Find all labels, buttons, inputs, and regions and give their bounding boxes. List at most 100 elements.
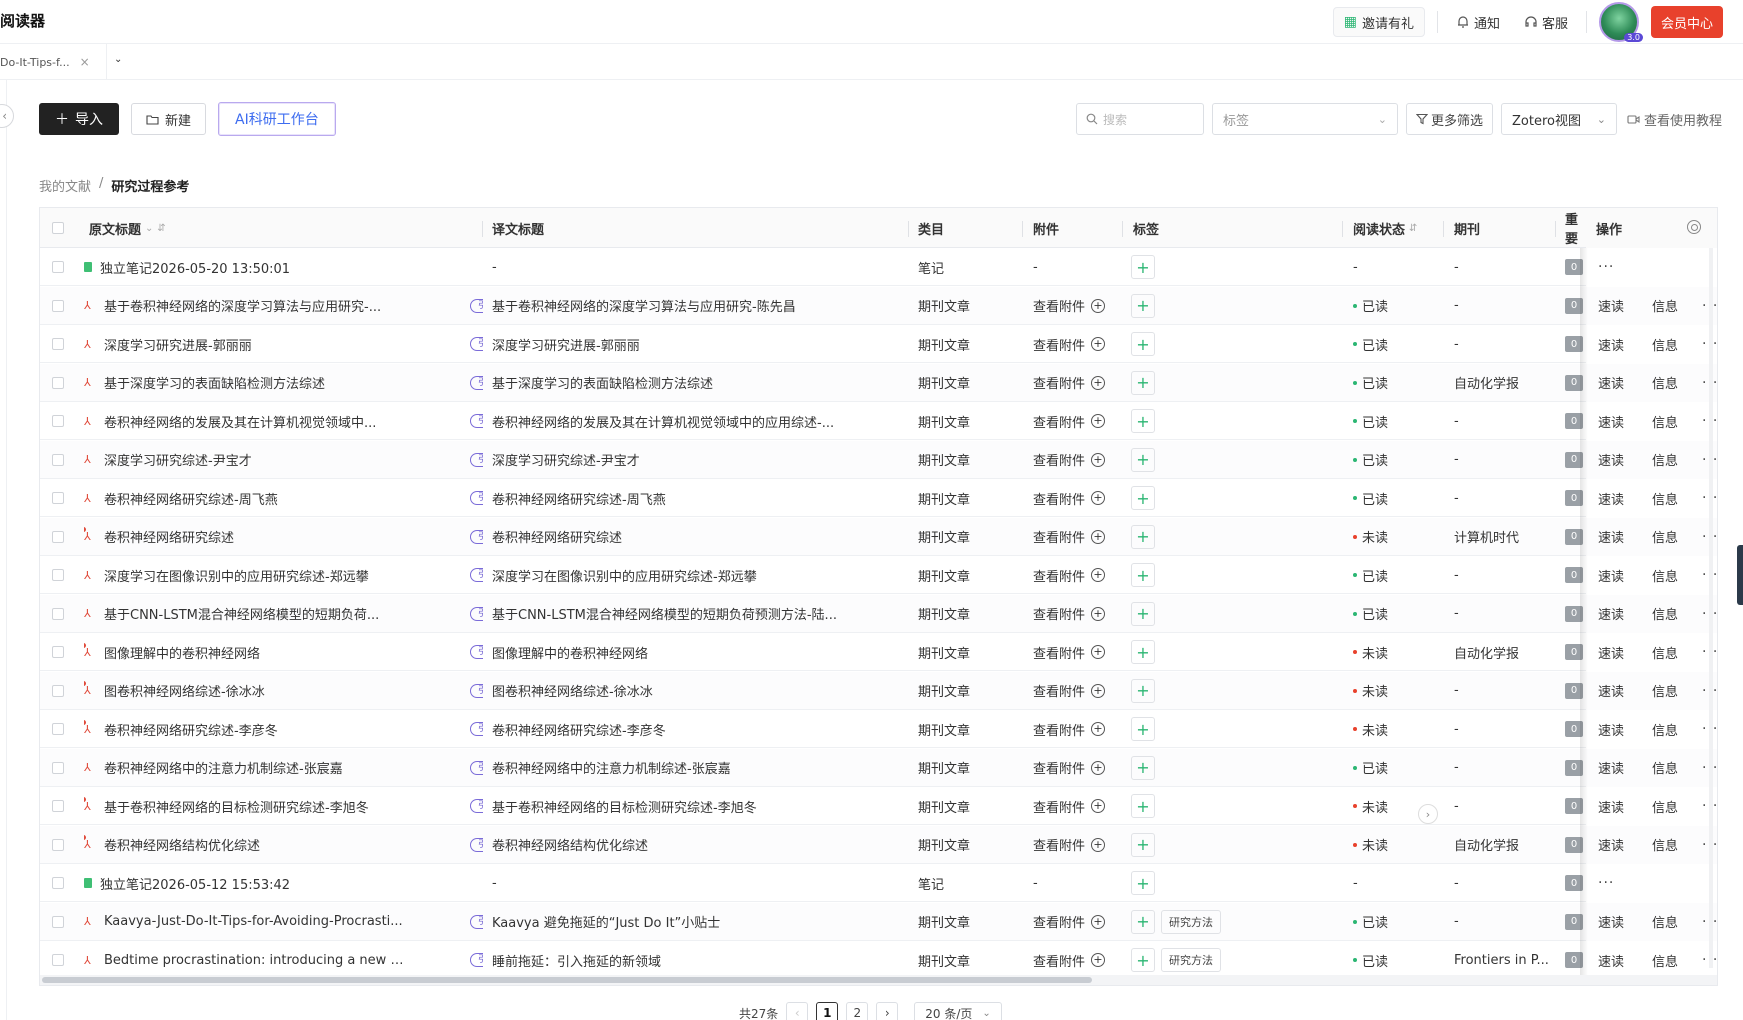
scrollbar-thumb[interactable]	[42, 977, 1092, 983]
attachment-cell[interactable]: 查看附件 +	[1033, 402, 1123, 440]
add-attachment-icon[interactable]: +	[1091, 953, 1106, 967]
attachment-cell[interactable]: 查看附件 +	[1033, 710, 1123, 748]
row-checkbox[interactable]	[52, 338, 64, 350]
row-checkbox[interactable]	[52, 453, 64, 466]
speed-read-button[interactable]: 速读	[1598, 412, 1624, 431]
row-checkbox[interactable]	[52, 838, 64, 851]
tutorial-link[interactable]: 查看使用教程	[1625, 110, 1722, 129]
title-cell[interactable]: ⅄ Kaavya-Just-Do-It-Tips-for-Avoiding-Pro…	[84, 903, 483, 941]
info-button[interactable]: 信息	[1652, 335, 1678, 354]
speed-read-button[interactable]: 速读	[1598, 758, 1624, 777]
side-drawer-handle[interactable]	[1737, 545, 1743, 605]
speed-read-button[interactable]: 速读	[1598, 604, 1624, 623]
row-checkbox[interactable]	[52, 723, 64, 735]
table-row[interactable]: ⅄图像理解中的卷积神经网络引用图像理解中的卷积神经网络期刊文章查看附件++未读自…	[40, 633, 1717, 671]
add-tag-button[interactable]: +	[1131, 678, 1155, 703]
read-status-cell[interactable]: 未读	[1353, 633, 1443, 671]
info-button[interactable]: 信息	[1652, 604, 1678, 623]
title-cell[interactable]: ⅄ 深度学习在图像识别中的应用研究综述-郑远攀 引用	[84, 556, 483, 594]
add-attachment-icon[interactable]: +	[1091, 645, 1106, 659]
checkbox[interactable]	[52, 222, 64, 234]
attachment-link[interactable]: 查看附件	[1033, 566, 1085, 585]
cite-badge[interactable]: 引用	[470, 568, 483, 582]
sort-icon[interactable]: ⇵	[1409, 223, 1417, 234]
speed-read-button[interactable]: 速读	[1598, 912, 1624, 931]
add-tag-button[interactable]: +	[1131, 601, 1155, 626]
close-icon[interactable]: ×	[80, 55, 90, 69]
cite-badge[interactable]: 引用	[470, 837, 483, 852]
row-checkbox[interactable]	[52, 607, 64, 620]
horizontal-scrollbar[interactable]	[40, 975, 1717, 985]
zotero-view-select[interactable]: Zotero视图 ⌄	[1500, 103, 1617, 135]
table-row[interactable]: ⅄深度学习在图像识别中的应用研究综述-郑远攀引用深度学习在图像识别中的应用研究综…	[40, 556, 1717, 594]
read-status-cell[interactable]: 已读	[1353, 556, 1443, 594]
add-tag-button[interactable]: +	[1131, 370, 1155, 395]
document-tab[interactable]: Do-It-Tips-f... ×	[0, 44, 107, 80]
info-button[interactable]: 信息	[1652, 489, 1678, 508]
attachment-cell[interactable]: 查看附件 +	[1033, 518, 1123, 556]
table-row[interactable]: ⅄图卷积神经网络综述-徐冰冰引用图卷积神经网络综述-徐冰冰期刊文章查看附件++未…	[40, 671, 1717, 710]
attachment-link[interactable]: 查看附件	[1033, 912, 1085, 931]
row-checkbox[interactable]	[52, 761, 64, 774]
add-attachment-icon[interactable]: +	[1091, 452, 1106, 467]
add-attachment-icon[interactable]: +	[1091, 799, 1106, 813]
speed-read-button[interactable]: 速读	[1598, 643, 1624, 662]
speed-read-button[interactable]: 速读	[1598, 835, 1624, 854]
info-button[interactable]: 信息	[1652, 951, 1678, 970]
attachment-link[interactable]: 查看附件	[1033, 450, 1085, 469]
speed-read-button[interactable]: 速读	[1598, 797, 1624, 816]
read-status-cell[interactable]: 已读	[1353, 287, 1443, 325]
original-title[interactable]: 卷积神经网络结构优化综述	[104, 835, 404, 854]
attachment-link[interactable]: 查看附件	[1033, 758, 1085, 777]
more-options-icon[interactable]: ···	[1598, 259, 1614, 275]
add-tag-button[interactable]: +	[1131, 332, 1155, 356]
add-tag-button[interactable]: +	[1131, 486, 1155, 510]
cite-badge[interactable]: 引用	[470, 452, 483, 467]
row-checkbox[interactable]	[52, 299, 64, 312]
cite-badge[interactable]: 引用	[470, 298, 483, 313]
read-status-cell[interactable]: 已读	[1353, 402, 1443, 440]
original-title[interactable]: 卷积神经网络中的注意力机制综述-张宸嘉	[104, 758, 404, 777]
cite-badge[interactable]: 引用	[470, 337, 483, 351]
title-cell[interactable]: ⅄ 基于卷积神经网络的目标检测研究综述-李旭冬 引用	[84, 787, 483, 825]
attachment-cell[interactable]: 查看附件 +	[1033, 441, 1123, 479]
original-title[interactable]: 深度学习研究综述-尹宝才	[104, 450, 404, 469]
tag-chip[interactable]: 研究方法	[1161, 909, 1221, 934]
page-size-select[interactable]: 20 条/页 ⌄	[914, 1002, 1002, 1020]
column-read-status[interactable]: 阅读状态 ⇵	[1343, 208, 1444, 248]
original-title[interactable]: 卷积神经网络研究综述-李彦冬	[104, 720, 404, 739]
original-title[interactable]: Kaavya-Just-Do-It-Tips-for-Avoiding-Proc…	[104, 914, 404, 929]
attachment-cell[interactable]: 查看附件 +	[1033, 556, 1123, 594]
table-row[interactable]: ⅄卷积神经网络结构优化综述引用卷积神经网络结构优化综述期刊文章查看附件++未读自…	[40, 825, 1717, 864]
attachment-link[interactable]: 查看附件	[1033, 835, 1085, 854]
chevron-down-icon[interactable]: ⌄	[145, 223, 153, 234]
info-button[interactable]: 信息	[1652, 758, 1678, 777]
add-tag-button[interactable]: +	[1131, 524, 1155, 549]
attachment-link[interactable]: 查看附件	[1033, 951, 1085, 970]
row-checkbox[interactable]	[52, 530, 64, 543]
add-attachment-icon[interactable]: +	[1091, 414, 1106, 428]
original-title[interactable]: 基于卷积神经网络的目标检测研究综述-李旭冬	[104, 797, 404, 816]
info-button[interactable]: 信息	[1652, 835, 1678, 854]
title-cell[interactable]: ⅄ 卷积神经网络结构优化综述 引用	[84, 826, 483, 864]
read-status-cell[interactable]: 未读	[1353, 518, 1443, 556]
speed-read-button[interactable]: 速读	[1598, 527, 1624, 546]
title-cell[interactable]: ⅄ 基于卷积神经网络的深度学习算法与应用研究-... 引用	[84, 287, 483, 325]
info-button[interactable]: 信息	[1652, 681, 1678, 700]
notify-button[interactable]: 通知	[1450, 13, 1506, 32]
table-row[interactable]: ⅄卷积神经网络中的注意力机制综述-张宸嘉引用卷积神经网络中的注意力机制综述-张宸…	[40, 748, 1717, 787]
original-title[interactable]: 深度学习研究进展-郭丽丽	[104, 335, 404, 354]
add-attachment-icon[interactable]: +	[1091, 337, 1106, 351]
add-tag-button[interactable]: +	[1131, 794, 1155, 818]
import-button[interactable]: ＋ 导入	[39, 103, 119, 135]
info-button[interactable]: 信息	[1652, 797, 1678, 816]
cite-badge[interactable]: 引用	[470, 606, 483, 621]
attachment-link[interactable]: 查看附件	[1033, 797, 1085, 816]
table-row[interactable]: ⅄ 卷积神经网络的发展及其在计算机视觉领域中... 引用卷积神经网络的发展及其在计算…	[40, 402, 1717, 440]
tag-filter-select[interactable]: 标签 ⌄	[1211, 103, 1398, 135]
cite-badge[interactable]: 引用	[470, 529, 483, 544]
add-attachment-icon[interactable]: +	[1091, 568, 1106, 582]
title-cell[interactable]: ⅄ 卷积神经网络研究综述-李彦冬 引用	[84, 710, 483, 748]
add-tag-button[interactable]: +	[1131, 909, 1155, 934]
original-title[interactable]: 基于深度学习的表面缺陷检测方法综述	[104, 373, 404, 392]
